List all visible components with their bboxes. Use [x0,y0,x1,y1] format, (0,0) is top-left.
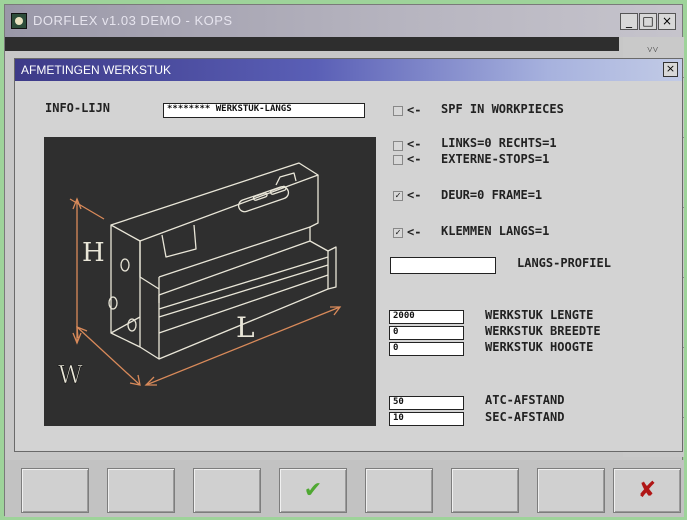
option-label-deur-frame: DEUR=0 FRAME=1 [441,188,543,202]
width-field[interactable]: 0 [389,326,464,340]
toolbar-button-5[interactable] [365,468,433,513]
info-line-field[interactable]: ******** WERKSTUK-LANGS [163,103,365,118]
arrow-icon: <- [407,152,422,166]
close-button[interactable]: × [658,13,676,30]
option-label-klemmen-langs: KLEMMEN LANGS=1 [441,224,550,238]
profile-label: LANGS-PROFIEL [517,256,611,270]
width-label-text: WERKSTUK BREEDTE [485,324,601,338]
height-field[interactable]: 0 [389,342,464,356]
minimize-button[interactable]: _ [620,13,638,30]
arrow-icon: <- [407,137,422,151]
bottom-toolbar: ✔ ✘ [5,460,684,517]
maximize-button[interactable]: □ [639,13,657,30]
width-label: W [58,361,83,389]
atc-distance-label: ATC-AFSTAND [485,393,565,407]
option-checkbox-links-rechts[interactable] [393,141,403,151]
option-label-spf: SPF IN WORKPIECES [441,102,564,116]
info-line-label: INFO-LIJN [45,101,111,115]
workpiece-illustration: H L W [44,137,376,426]
length-label-text: WERKSTUK LENGTE [485,308,594,322]
toolbar-button-3[interactable] [193,468,261,513]
height-label-text: WERKSTUK HOOGTE [485,340,594,354]
option-label-externe-stops: EXTERNE-STOPS=1 [441,152,550,166]
menu-strip [5,37,619,51]
option-checkbox-spf[interactable] [393,106,403,116]
dialog-close-button[interactable]: × [663,62,678,77]
dialog-title-bar: AFMETINGEN WERKSTUK × [15,59,682,81]
toolbar-button-1[interactable] [21,468,89,513]
main-window: DORFLEX v1.03 DEMO - KOPS _ □ × ˅˅ AFMET… [4,4,684,517]
option-checkbox-deur-frame[interactable]: ✓ [393,191,403,201]
profile-field[interactable] [390,257,496,274]
atc-distance-field[interactable]: 50 [389,396,464,410]
window-title: DORFLEX v1.03 DEMO - KOPS [33,13,233,28]
toolbar-button-2[interactable] [107,468,175,513]
ok-button[interactable]: ✔ [279,468,347,513]
toolbar-button-7[interactable] [537,468,605,513]
height-label: H [82,238,105,268]
arrow-icon: <- [407,225,422,239]
option-checkbox-externe-stops[interactable] [393,155,403,165]
toolbar-button-6[interactable] [451,468,519,513]
option-label-links-rechts: LINKS=0 RECHTS=1 [441,136,557,150]
length-field[interactable]: 2000 [389,310,464,324]
checkmark-icon: ✔ [303,478,323,503]
sec-distance-field[interactable]: 10 [389,412,464,426]
dialog-title: AFMETINGEN WERKSTUK [21,63,172,77]
cross-icon: ✘ [637,478,657,503]
window-title-bar: DORFLEX v1.03 DEMO - KOPS _ □ × [5,5,682,37]
workpiece-drawing: H L W [58,162,342,389]
length-label: L [236,311,255,344]
arrow-icon: <- [407,103,422,117]
cancel-button[interactable]: ✘ [613,468,681,513]
sec-distance-label: SEC-AFSTAND [485,410,565,424]
chevron-down-icon: ˅˅ [647,45,659,56]
arrow-icon: <- [407,188,422,202]
app-icon [11,13,27,29]
dimensions-dialog: AFMETINGEN WERKSTUK × INFO-LIJN ********… [14,58,683,452]
option-checkbox-klemmen-langs[interactable]: ✓ [393,228,403,238]
